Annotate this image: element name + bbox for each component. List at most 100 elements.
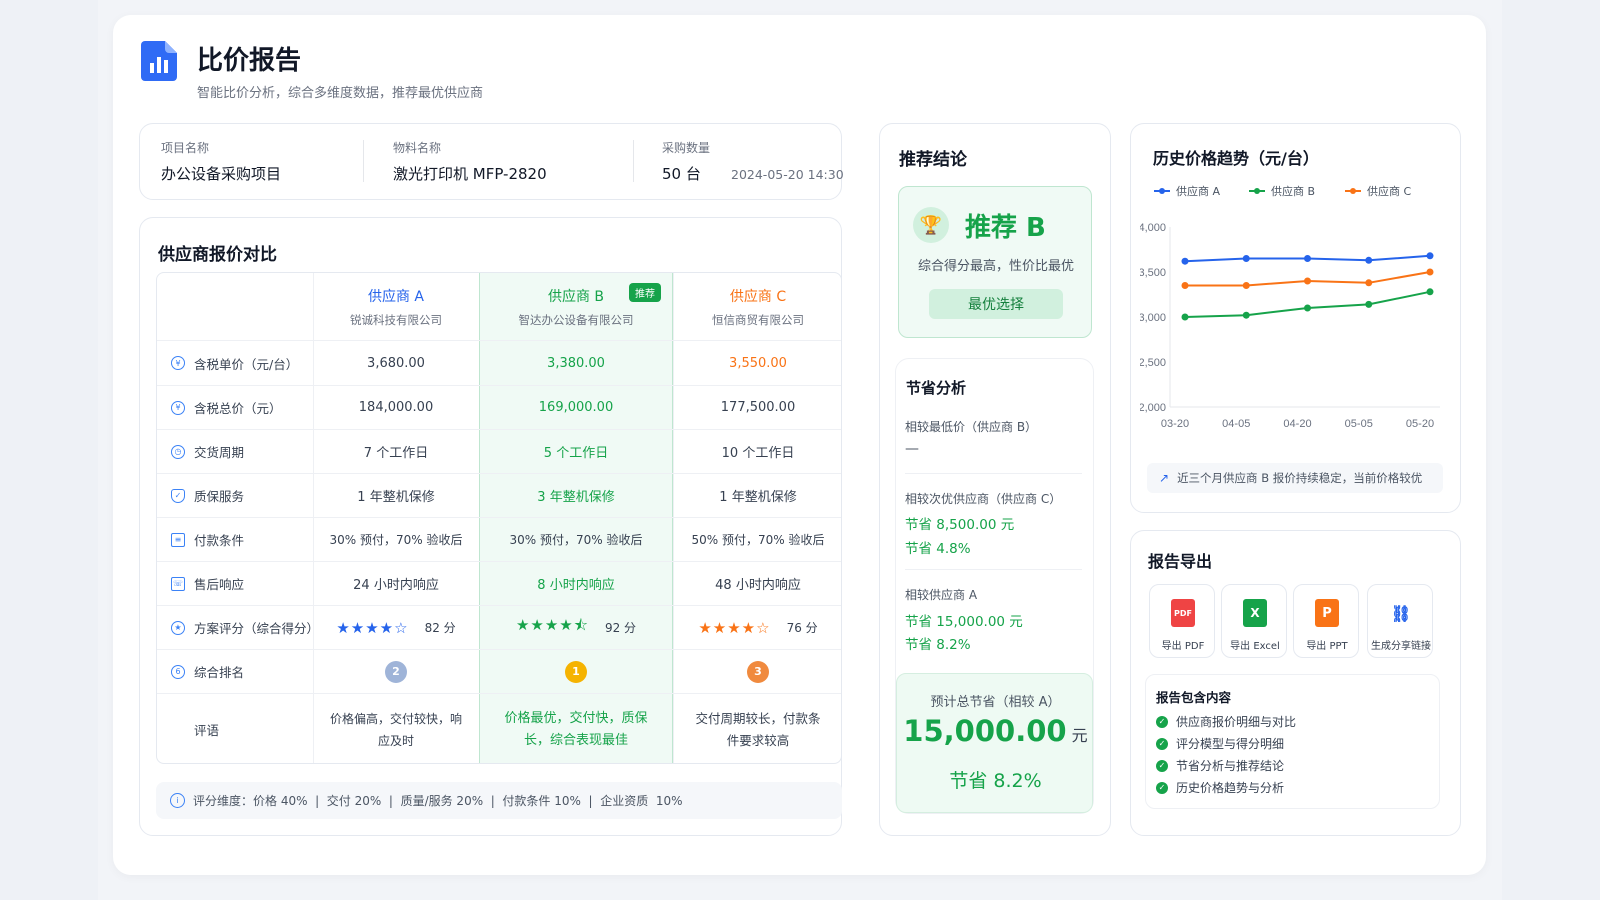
- x-tick-label: 03-20: [1161, 418, 1189, 430]
- cell-c: 10 个工作日: [721, 446, 795, 461]
- row-label: ☏ 售后响应: [157, 562, 313, 605]
- data-point[interactable]: [1181, 282, 1189, 289]
- info-icon: i: [170, 793, 185, 808]
- data-point[interactable]: [1242, 311, 1250, 319]
- comment-a: 价格偏高，交付较快，响应及时: [329, 711, 462, 748]
- rank-c: 3: [673, 650, 841, 693]
- supplier-c-name: 供应商 C: [729, 288, 787, 305]
- includes-title: 报告包含内容: [1156, 690, 1232, 705]
- rank-b: 1: [479, 650, 673, 693]
- divider: [905, 473, 1082, 474]
- data-point[interactable]: [1304, 255, 1311, 262]
- y-tick-label: 3,500: [1140, 267, 1166, 279]
- best-choice-button[interactable]: 最优选择: [929, 289, 1063, 319]
- row-label-text: 含税总价（元）: [194, 401, 282, 416]
- data-point[interactable]: [1304, 277, 1311, 285]
- export-button-label: 生成分享链接: [1371, 641, 1431, 652]
- rating-stars-icon: ★★★★☆: [336, 618, 409, 637]
- supplier-a-name: 供应商 A: [367, 288, 425, 305]
- divider: [905, 569, 1082, 570]
- table-header-row: 供应商 A 锐诚科技有限公司 供应商 B 智达办公设备有限公司 推荐 供应商 C…: [157, 273, 841, 340]
- excel-icon: X: [1243, 599, 1267, 627]
- share-link-button[interactable]: ⛓ 生成分享链接: [1367, 584, 1433, 658]
- data-point[interactable]: [1181, 257, 1189, 265]
- cell-a: 3,680.00: [367, 355, 425, 371]
- check-icon: ✓: [1156, 715, 1168, 728]
- y-tick-label: 2,500: [1140, 357, 1166, 369]
- ppt-icon: P: [1315, 599, 1339, 627]
- total-savings-unit: 元: [1071, 726, 1088, 745]
- project-value: 办公设备采购项目: [161, 165, 282, 183]
- document-icon: ≡: [171, 532, 185, 547]
- savings-percent: 节省 8.2%: [905, 637, 971, 653]
- score-value: 82 分: [424, 621, 456, 635]
- pdf-icon: PDF: [1171, 599, 1195, 627]
- y-tick-label: 4,000: [1140, 222, 1166, 234]
- data-point[interactable]: [1426, 252, 1434, 260]
- include-text: 供应商报价明细与对比: [1176, 715, 1297, 729]
- trend-note-text: 近三个月供应商 B 报价持续稳定，当前价格较优: [1177, 471, 1423, 485]
- page-subtitle: 智能比价分析，综合多维度数据，推荐最优供应商: [197, 86, 484, 101]
- score-c: ★★★★☆ 76 分: [673, 606, 841, 649]
- trend-title: 历史价格趋势（元/台）: [1153, 149, 1319, 168]
- row-label-text: 交货周期: [194, 445, 245, 460]
- table-row: ¥ 含税单价（元/台） 3,680.00 3,380.00 3,550.00: [157, 340, 841, 385]
- table-row: ≡ 付款条件 30% 预付，70% 验收后 30% 预付，70% 验收后 50% …: [157, 517, 841, 561]
- cell-b: 8 小时内响应: [537, 578, 615, 593]
- shield-icon: ✓: [171, 488, 185, 503]
- project-info-card: [139, 123, 842, 200]
- include-item: ✓ 历史价格趋势与分析: [1156, 779, 1284, 796]
- cell-b: 3,380.00: [547, 355, 605, 371]
- export-ppt-button[interactable]: P 导出 PPT: [1293, 584, 1359, 658]
- supplier-c-header[interactable]: 供应商 C 恒信商贸有限公司: [673, 273, 841, 340]
- include-text: 评分模型与得分明细: [1176, 737, 1285, 751]
- export-excel-button[interactable]: X 导出 Excel: [1221, 584, 1287, 658]
- data-point[interactable]: [1242, 255, 1250, 262]
- row-label: ◷ 交货周期: [157, 430, 313, 473]
- rank-row: 6 综合排名 2 1 3: [157, 649, 841, 693]
- rating-stars-icon: ★★★★☆: [698, 618, 771, 637]
- include-item: ✓ 评分模型与得分明细: [1156, 735, 1284, 752]
- data-point[interactable]: [1242, 282, 1250, 289]
- cell-c: 3,550.00: [729, 355, 787, 371]
- cell-c: 1 年整机保修: [719, 490, 797, 505]
- rank-icon: 6: [171, 664, 185, 679]
- savings-label: 相较供应商 A: [905, 588, 978, 602]
- supplier-a-header[interactable]: 供应商 A 锐诚科技有限公司: [313, 273, 479, 340]
- score-row: ★ 方案评分（综合得分） ★★★★☆ 82 分 ★★★★⯪ 92 分 ★★★★☆ …: [157, 605, 841, 649]
- data-point[interactable]: [1365, 300, 1373, 308]
- comparison-title: 供应商报价对比: [158, 245, 277, 265]
- table-row: ☏ 售后响应 24 小时内响应 8 小时内响应 48 小时内响应: [157, 561, 841, 605]
- star-icon: ★: [171, 620, 185, 635]
- check-icon: ✓: [1156, 737, 1168, 750]
- export-button-label: 导出 PDF: [1161, 641, 1205, 652]
- table-row: ¥ 含税总价（元） 184,000.00 169,000.00 177,500.0…: [157, 385, 841, 429]
- comparison-table: 供应商 A 锐诚科技有限公司 供应商 B 智达办公设备有限公司 推荐 供应商 C…: [156, 272, 842, 764]
- data-point[interactable]: [1365, 256, 1373, 264]
- trophy-icon: 🏆: [913, 207, 949, 243]
- score-b: ★★★★⯪ 92 分: [479, 606, 673, 649]
- row-label: ★ 方案评分（综合得分）: [157, 606, 319, 649]
- data-point[interactable]: [1426, 268, 1434, 276]
- row-label-text: 售后响应: [194, 577, 245, 592]
- data-point[interactable]: [1365, 279, 1373, 287]
- row-label: 6 综合排名: [157, 650, 313, 693]
- cell-b: 169,000.00: [538, 400, 614, 415]
- data-point[interactable]: [1304, 304, 1311, 312]
- y-tick-label: 3,000: [1140, 312, 1166, 324]
- data-point[interactable]: [1426, 288, 1434, 296]
- supplier-a-company: 锐诚科技有限公司: [350, 312, 442, 327]
- cell-a: 184,000.00: [358, 400, 434, 415]
- bronze-medal-icon: 3: [747, 660, 769, 683]
- comment-c: 交付周期较长，付款条件要求较高: [695, 710, 821, 748]
- legend-label: 供应商 C: [1367, 185, 1412, 198]
- data-point[interactable]: [1181, 313, 1189, 321]
- recommended-badge: 推荐: [629, 283, 661, 302]
- cell-a: 7 个工作日: [363, 446, 429, 461]
- recommendation-reason: 综合得分最高，性价比最优: [917, 259, 1074, 274]
- export-pdf-button[interactable]: PDF 导出 PDF: [1149, 584, 1215, 658]
- cell-c: 48 小时内响应: [715, 578, 801, 593]
- price-trend-chart: 4,000 3,500 3,000 2,500 2,000 03-20 04-05 04-20…: [1140, 222, 1440, 430]
- background-left: [0, 0, 98, 900]
- row-label: ≡ 付款条件: [157, 518, 313, 561]
